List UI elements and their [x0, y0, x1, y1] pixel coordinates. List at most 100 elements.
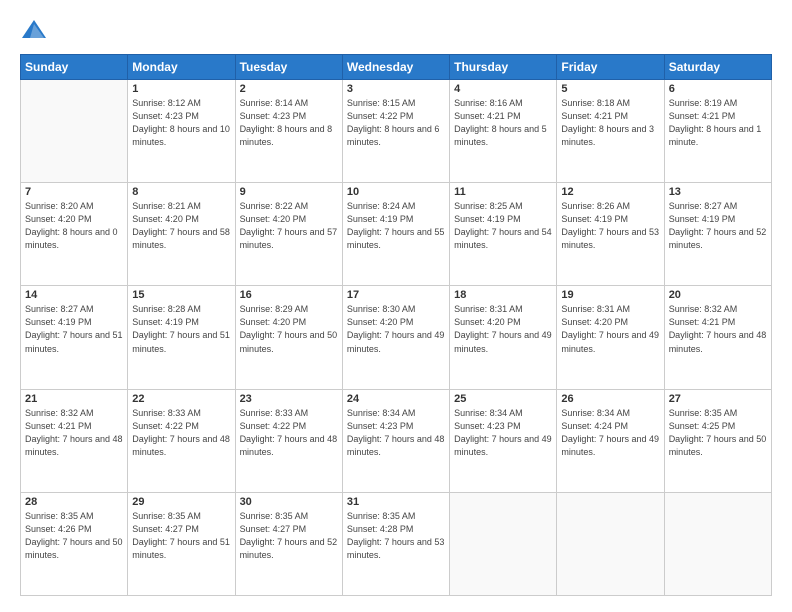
day-info: Sunrise: 8:29 AM Sunset: 4:20 PM Dayligh… — [240, 303, 338, 355]
day-number: 9 — [240, 186, 338, 198]
day-info: Sunrise: 8:27 AM Sunset: 4:19 PM Dayligh… — [25, 303, 123, 355]
day-number: 2 — [240, 83, 338, 95]
day-info: Sunrise: 8:14 AM Sunset: 4:23 PM Dayligh… — [240, 97, 338, 149]
weekday-header-thursday: Thursday — [450, 55, 557, 80]
calendar-cell: 14 Sunrise: 8:27 AM Sunset: 4:19 PM Dayli… — [21, 286, 128, 389]
day-number: 18 — [454, 289, 552, 301]
day-number: 12 — [561, 186, 659, 198]
day-info: Sunrise: 8:32 AM Sunset: 4:21 PM Dayligh… — [669, 303, 767, 355]
day-number: 26 — [561, 393, 659, 405]
day-info: Sunrise: 8:34 AM Sunset: 4:23 PM Dayligh… — [347, 407, 445, 459]
calendar-week-row: 14 Sunrise: 8:27 AM Sunset: 4:19 PM Dayli… — [21, 286, 772, 389]
day-info: Sunrise: 8:18 AM Sunset: 4:21 PM Dayligh… — [561, 97, 659, 149]
logo-icon — [20, 16, 48, 44]
calendar-cell: 22 Sunrise: 8:33 AM Sunset: 4:22 PM Dayli… — [128, 389, 235, 492]
day-number: 6 — [669, 83, 767, 95]
day-number: 27 — [669, 393, 767, 405]
calendar-cell: 6 Sunrise: 8:19 AM Sunset: 4:21 PM Daylig… — [664, 80, 771, 183]
calendar-cell: 24 Sunrise: 8:34 AM Sunset: 4:23 PM Dayli… — [342, 389, 449, 492]
calendar-cell: 25 Sunrise: 8:34 AM Sunset: 4:23 PM Dayli… — [450, 389, 557, 492]
calendar-cell: 4 Sunrise: 8:16 AM Sunset: 4:21 PM Daylig… — [450, 80, 557, 183]
day-info: Sunrise: 8:35 AM Sunset: 4:27 PM Dayligh… — [132, 510, 230, 562]
day-info: Sunrise: 8:15 AM Sunset: 4:22 PM Dayligh… — [347, 97, 445, 149]
day-info: Sunrise: 8:35 AM Sunset: 4:27 PM Dayligh… — [240, 510, 338, 562]
calendar-cell: 11 Sunrise: 8:25 AM Sunset: 4:19 PM Dayli… — [450, 183, 557, 286]
day-number: 5 — [561, 83, 659, 95]
calendar-cell: 26Sunrise: 8:34 AM Sunset: 4:24 PM Dayli… — [557, 389, 664, 492]
calendar-cell: 3 Sunrise: 8:15 AM Sunset: 4:22 PM Daylig… — [342, 80, 449, 183]
calendar-cell — [664, 492, 771, 595]
calendar-table: SundayMondayTuesdayWednesdayThursdayFrid… — [20, 54, 772, 596]
calendar-header-row: SundayMondayTuesdayWednesdayThursdayFrid… — [21, 55, 772, 80]
day-number: 29 — [132, 496, 230, 508]
day-info: Sunrise: 8:22 AM Sunset: 4:20 PM Dayligh… — [240, 200, 338, 252]
day-info: Sunrise: 8:34 AM Sunset: 4:23 PM Dayligh… — [454, 407, 552, 459]
page: SundayMondayTuesdayWednesdayThursdayFrid… — [0, 0, 792, 612]
day-info: Sunrise: 8:25 AM Sunset: 4:19 PM Dayligh… — [454, 200, 552, 252]
calendar-cell: 27 Sunrise: 8:35 AM Sunset: 4:25 PM Dayli… — [664, 389, 771, 492]
day-info: Sunrise: 8:20 AM Sunset: 4:20 PM Dayligh… — [25, 200, 123, 252]
calendar-cell: 2 Sunrise: 8:14 AM Sunset: 4:23 PM Daylig… — [235, 80, 342, 183]
calendar-cell: 13 Sunrise: 8:27 AM Sunset: 4:19 PM Dayli… — [664, 183, 771, 286]
day-info: Sunrise: 8:28 AM Sunset: 4:19 PM Dayligh… — [132, 303, 230, 355]
day-number: 24 — [347, 393, 445, 405]
weekday-header-monday: Monday — [128, 55, 235, 80]
day-info: Sunrise: 8:16 AM Sunset: 4:21 PM Dayligh… — [454, 97, 552, 149]
day-info: Sunrise: 8:33 AM Sunset: 4:22 PM Dayligh… — [132, 407, 230, 459]
calendar-cell: 21 Sunrise: 8:32 AM Sunset: 4:21 PM Dayli… — [21, 389, 128, 492]
day-number: 20 — [669, 289, 767, 301]
weekday-header-sunday: Sunday — [21, 55, 128, 80]
day-info: Sunrise: 8:21 AM Sunset: 4:20 PM Dayligh… — [132, 200, 230, 252]
day-number: 17 — [347, 289, 445, 301]
calendar-cell: 20 Sunrise: 8:32 AM Sunset: 4:21 PM Dayli… — [664, 286, 771, 389]
calendar-week-row: 1Sunrise: 8:12 AM Sunset: 4:23 PM Daylig… — [21, 80, 772, 183]
day-info: Sunrise: 8:35 AM Sunset: 4:25 PM Dayligh… — [669, 407, 767, 459]
day-number: 4 — [454, 83, 552, 95]
day-number: 21 — [25, 393, 123, 405]
calendar-cell: 5 Sunrise: 8:18 AM Sunset: 4:21 PM Daylig… — [557, 80, 664, 183]
calendar-cell: 18 Sunrise: 8:31 AM Sunset: 4:20 PM Dayli… — [450, 286, 557, 389]
day-number: 28 — [25, 496, 123, 508]
weekday-header-wednesday: Wednesday — [342, 55, 449, 80]
day-number: 15 — [132, 289, 230, 301]
calendar-cell: 31Sunrise: 8:35 AM Sunset: 4:28 PM Dayli… — [342, 492, 449, 595]
calendar-cell: 29 Sunrise: 8:35 AM Sunset: 4:27 PM Dayli… — [128, 492, 235, 595]
calendar-week-row: 28Sunrise: 8:35 AM Sunset: 4:26 PM Dayli… — [21, 492, 772, 595]
day-number: 3 — [347, 83, 445, 95]
calendar-cell — [21, 80, 128, 183]
day-info: Sunrise: 8:31 AM Sunset: 4:20 PM Dayligh… — [454, 303, 552, 355]
calendar-cell: 15 Sunrise: 8:28 AM Sunset: 4:19 PM Dayli… — [128, 286, 235, 389]
calendar-cell: 1Sunrise: 8:12 AM Sunset: 4:23 PM Daylig… — [128, 80, 235, 183]
day-number: 14 — [25, 289, 123, 301]
day-number: 11 — [454, 186, 552, 198]
weekday-header-friday: Friday — [557, 55, 664, 80]
calendar-cell: 7Sunrise: 8:20 AM Sunset: 4:20 PM Daylig… — [21, 183, 128, 286]
weekday-header-tuesday: Tuesday — [235, 55, 342, 80]
calendar-cell: 28Sunrise: 8:35 AM Sunset: 4:26 PM Dayli… — [21, 492, 128, 595]
day-number: 10 — [347, 186, 445, 198]
header — [20, 16, 772, 44]
calendar-week-row: 7Sunrise: 8:20 AM Sunset: 4:20 PM Daylig… — [21, 183, 772, 286]
day-number: 23 — [240, 393, 338, 405]
day-number: 25 — [454, 393, 552, 405]
day-number: 13 — [669, 186, 767, 198]
calendar-cell: 30Sunrise: 8:35 AM Sunset: 4:27 PM Dayli… — [235, 492, 342, 595]
day-info: Sunrise: 8:19 AM Sunset: 4:21 PM Dayligh… — [669, 97, 767, 149]
calendar-week-row: 21 Sunrise: 8:32 AM Sunset: 4:21 PM Dayli… — [21, 389, 772, 492]
calendar-cell: 12 Sunrise: 8:26 AM Sunset: 4:19 PM Dayli… — [557, 183, 664, 286]
calendar-cell: 9 Sunrise: 8:22 AM Sunset: 4:20 PM Daylig… — [235, 183, 342, 286]
calendar-cell: 23 Sunrise: 8:33 AM Sunset: 4:22 PM Dayli… — [235, 389, 342, 492]
day-info: Sunrise: 8:30 AM Sunset: 4:20 PM Dayligh… — [347, 303, 445, 355]
day-info: Sunrise: 8:27 AM Sunset: 4:19 PM Dayligh… — [669, 200, 767, 252]
day-info: Sunrise: 8:26 AM Sunset: 4:19 PM Dayligh… — [561, 200, 659, 252]
calendar-cell: 16Sunrise: 8:29 AM Sunset: 4:20 PM Dayli… — [235, 286, 342, 389]
calendar-cell — [557, 492, 664, 595]
day-number: 22 — [132, 393, 230, 405]
day-number: 31 — [347, 496, 445, 508]
day-info: Sunrise: 8:33 AM Sunset: 4:22 PM Dayligh… — [240, 407, 338, 459]
day-info: Sunrise: 8:32 AM Sunset: 4:21 PM Dayligh… — [25, 407, 123, 459]
day-number: 1 — [132, 83, 230, 95]
calendar-cell — [450, 492, 557, 595]
calendar-cell: 10Sunrise: 8:24 AM Sunset: 4:19 PM Dayli… — [342, 183, 449, 286]
day-number: 8 — [132, 186, 230, 198]
